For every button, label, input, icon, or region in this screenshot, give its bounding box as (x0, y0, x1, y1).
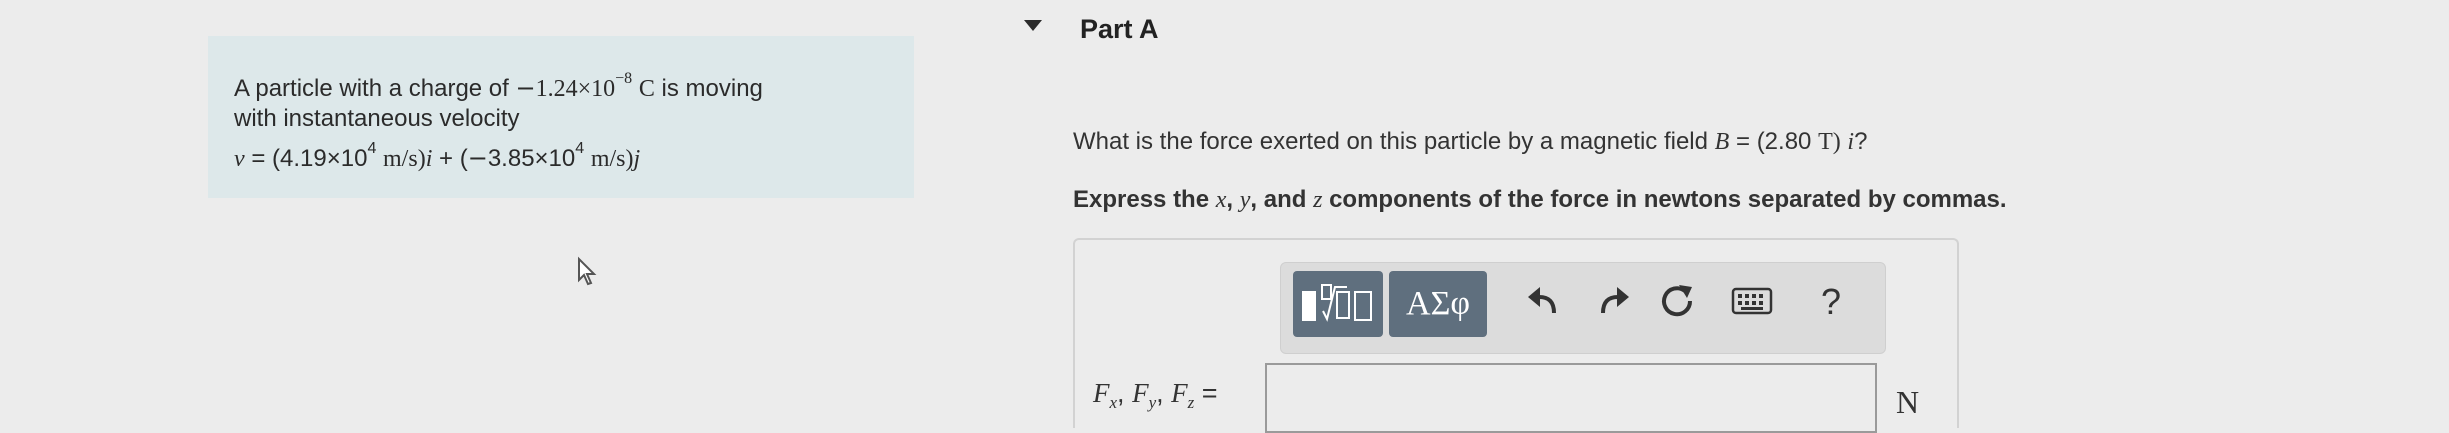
templates-icon (1302, 284, 1372, 322)
help-button[interactable]: ? (1821, 281, 1841, 323)
reset-icon[interactable] (1657, 281, 1697, 321)
greek-symbols-button[interactable]: ΑΣφ (1389, 271, 1487, 337)
mouse-cursor-icon (578, 256, 597, 286)
redo-icon[interactable] (1593, 281, 1633, 321)
answer-input[interactable] (1265, 363, 1877, 433)
undo-icon[interactable] (1524, 281, 1564, 321)
answer-label: Fx, Fy, Fz = (1093, 378, 1218, 412)
part-a-title[interactable]: Part A (1080, 14, 1159, 45)
math-toolbar: ΑΣφ ? (1280, 262, 1886, 354)
velocity-expression: v = (4.19×104 m/s)i + (−3.85×104 m/s)j (234, 140, 641, 172)
problem-line-2: with instantaneous velocity (234, 105, 520, 132)
problem-line-1: A particle with a charge of −1.24×10−8 C… (234, 70, 763, 102)
templates-button[interactable] (1293, 271, 1383, 337)
instruction-text: Express the x, y, and z components of th… (1073, 186, 2007, 213)
keyboard-icon[interactable] (1731, 285, 1773, 317)
collapse-caret-icon[interactable] (1024, 20, 1042, 31)
unit-label: N (1896, 384, 1920, 420)
problem-statement: A particle with a charge of −1.24×10−8 C… (208, 36, 914, 198)
question-text: What is the force exerted on this partic… (1073, 128, 1868, 155)
